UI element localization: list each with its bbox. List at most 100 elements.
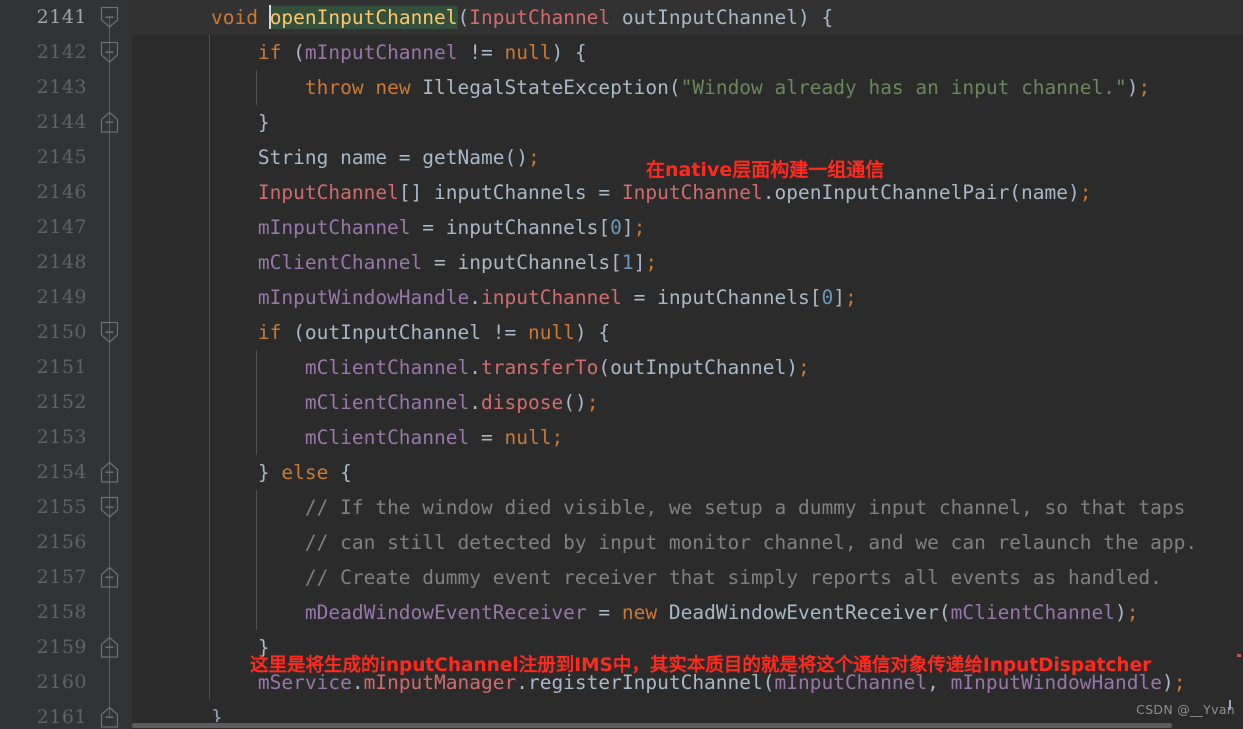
- code-token-plain: ) {: [798, 6, 834, 29]
- fold-end-marker[interactable]: [100, 461, 119, 483]
- code-line-text: String name = getName();: [132, 140, 540, 175]
- code-line-current[interactable]: void openInputChannel(InputChannel outIn…: [132, 0, 1243, 35]
- code-line-text: mClientChannel = inputChannels[1];: [132, 245, 657, 280]
- code-token-str: "Window already has an input channel.": [680, 76, 1127, 99]
- code-token-plain: String name = getName(): [164, 146, 528, 169]
- indent-guide: [255, 385, 257, 420]
- watermark: CSDN @__Yvan: [1136, 702, 1235, 717]
- line-number: 2159: [36, 636, 87, 658]
- code-editor[interactable]: 2141 2142 2143 2144 2145 2146 2147 2148 2149 2150…: [0, 0, 1243, 729]
- code-token-kw: null: [527, 321, 575, 344]
- code-line[interactable]: mClientChannel.dispose();: [132, 385, 1243, 420]
- code-line-text: // can still detected by input monitor c…: [132, 525, 1197, 560]
- code-line[interactable]: mInputWindowHandle.inputChannel = inputC…: [132, 280, 1243, 315]
- code-token-plain: .: [469, 356, 482, 379]
- code-line[interactable]: mInputChannel = inputChannels[0];: [132, 210, 1243, 245]
- line-number-column: 2141 2142 2143 2144 2145 2146 2147 2148 2149 2150…: [0, 0, 95, 729]
- line-number: 2147: [36, 216, 87, 238]
- fold-end-marker[interactable]: [100, 111, 119, 133]
- code-line[interactable]: // If the window died visible, we setup …: [132, 490, 1243, 525]
- code-line[interactable]: throw new IllegalStateException("Window …: [132, 70, 1243, 105]
- line-number: 2151: [36, 356, 87, 378]
- code-line-text: mClientChannel = null;: [132, 420, 563, 455]
- indent-guide: [208, 210, 210, 245]
- line-number: 2144: [36, 111, 87, 133]
- indent-guide: [208, 350, 210, 385]
- line-number: 2160: [36, 671, 87, 693]
- code-token-cls: inputChannel: [481, 286, 622, 309]
- code-token-cmt: // can still detected by input monitor c…: [304, 531, 1198, 554]
- code-token-plain: (outInputChannel): [598, 356, 799, 379]
- code-token-num: 1: [621, 251, 634, 274]
- annotation-native-layer: 在native层面构建一组通信: [646, 159, 885, 181]
- line-number: 2143: [36, 76, 87, 98]
- line-number: 2142: [36, 41, 87, 63]
- code-content[interactable]: void openInputChannel(InputChannel outIn…: [132, 0, 1243, 729]
- code-token-kw: void: [210, 6, 258, 29]
- code-token-plain: ]: [621, 216, 634, 239]
- fold-end-marker[interactable]: [100, 566, 119, 588]
- code-token-semi: ;: [633, 216, 646, 239]
- fold-start-marker[interactable]: [100, 321, 119, 343]
- code-token-field: mClientChannel: [257, 251, 423, 274]
- indent-guide: [208, 665, 210, 700]
- code-token-plain: .: [469, 286, 481, 309]
- code-token-plain: (outInputChannel !=: [281, 321, 528, 344]
- code-line[interactable]: if (outInputChannel != null) {: [132, 315, 1243, 350]
- code-token-cmt: // Create dummy event receiver that simp…: [304, 566, 1162, 589]
- code-token-semi: ;: [645, 251, 658, 274]
- code-token-semi: ;: [551, 426, 564, 449]
- error-stripe-marker[interactable]: [1237, 654, 1241, 657]
- line-number: 2161: [36, 706, 87, 728]
- code-line-text: throw new IllegalStateException("Window …: [132, 70, 1150, 105]
- code-line[interactable]: if (mInputChannel != null) {: [132, 35, 1243, 70]
- code-token-plain: =: [469, 426, 505, 449]
- fold-start-marker[interactable]: [100, 41, 119, 63]
- editor-gutter: 2141 2142 2143 2144 2145 2146 2147 2148 2149 2150…: [0, 0, 132, 729]
- code-token-semi: ;: [1173, 671, 1186, 694]
- code-line-text: if (mInputChannel != null) {: [132, 35, 587, 70]
- code-line-text: if (outInputChannel != null) {: [132, 315, 610, 350]
- code-token-plain: [] inputChannels =: [398, 181, 622, 204]
- code-token-plain: ) {: [551, 41, 587, 64]
- code-token-field: mInputChannel: [257, 216, 411, 239]
- code-line-text: }: [132, 105, 270, 140]
- fold-start-marker[interactable]: [100, 6, 119, 28]
- code-line[interactable]: // Create dummy event receiver that simp…: [132, 560, 1243, 595]
- code-token-plain: }: [164, 461, 282, 484]
- code-token-field: mClientChannel: [304, 391, 470, 414]
- line-number: 2152: [36, 391, 87, 413]
- code-line[interactable]: mClientChannel = null;: [132, 420, 1243, 455]
- line-number: 2153: [36, 426, 87, 448]
- code-line[interactable]: } else {: [132, 455, 1243, 490]
- code-line[interactable]: mClientChannel = inputChannels[1];: [132, 245, 1243, 280]
- code-token-kw: if: [257, 321, 282, 344]
- code-token-plain: (): [563, 391, 587, 414]
- code-token-field: mInputWindowHandle: [257, 286, 470, 309]
- code-line[interactable]: // can still detected by input monitor c…: [132, 525, 1243, 560]
- horizontal-scrollbar-thumb[interactable]: [132, 723, 1172, 728]
- fold-start-marker[interactable]: [100, 496, 119, 518]
- indent-guide: [208, 560, 210, 595]
- code-line[interactable]: mDeadWindowEventReceiver = new DeadWindo…: [132, 595, 1243, 630]
- indent-guide: [208, 630, 210, 665]
- indent-guide: [208, 35, 210, 70]
- code-token-num: 0: [821, 286, 834, 309]
- indent-guide: [208, 315, 210, 350]
- horizontal-scrollbar-track[interactable]: [132, 722, 1243, 729]
- code-token-plain: ]: [833, 286, 845, 309]
- fold-end-marker[interactable]: [100, 706, 119, 728]
- code-folding-column[interactable]: [95, 0, 132, 729]
- code-line[interactable]: }: [132, 105, 1243, 140]
- code-line[interactable]: mClientChannel.transferTo(outInputChanne…: [132, 350, 1243, 385]
- code-token-kw: null: [504, 426, 552, 449]
- code-token-plain: IllegalStateException: [410, 76, 669, 99]
- code-token-field: mInputChannel: [304, 41, 458, 64]
- fold-end-marker[interactable]: [100, 636, 119, 658]
- line-number: 2145: [36, 146, 87, 168]
